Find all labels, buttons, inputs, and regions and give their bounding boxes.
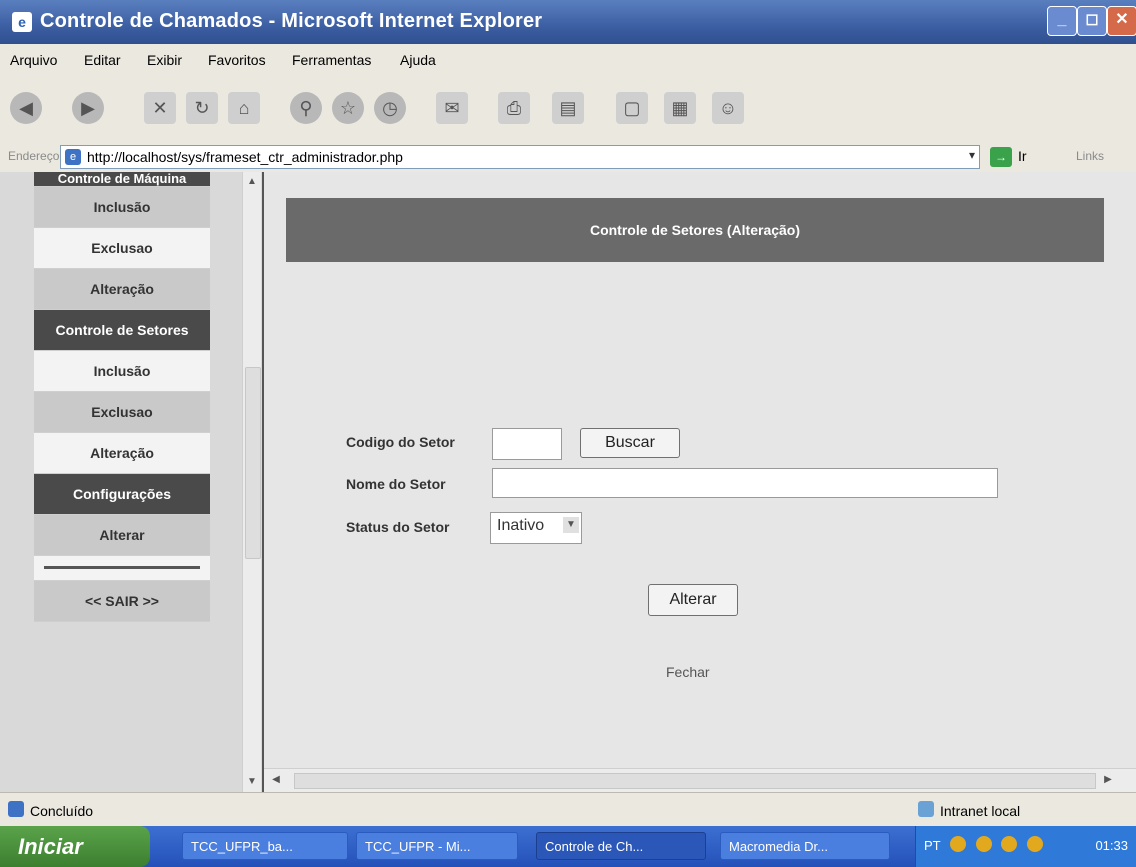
sidebar-section-header: Configurações (34, 474, 210, 515)
address-input[interactable]: e http://localhost/sys/frameset_ctr_admi… (60, 145, 980, 169)
status-value: Inativo (497, 517, 545, 534)
scroll-right-icon[interactable]: ▶ (1100, 772, 1116, 788)
main-frame: Controle de Setores (Alteração) Codigo d… (264, 172, 1136, 793)
start-button[interactable]: Iniciar (0, 826, 150, 867)
system-tray: PT 01:33 (915, 826, 1136, 867)
address-dropdown-icon[interactable]: ▾ (969, 148, 975, 162)
forward-icon[interactable]: ▶ (72, 92, 104, 124)
alterar-button[interactable]: Alterar (648, 584, 738, 616)
address-bar: Endereço e http://localhost/sys/frameset… (0, 142, 1136, 173)
left-frame: Controle de Máquina Inclusão Exclusao Alter… (0, 172, 264, 792)
sidebar-item[interactable]: << SAIR >> (34, 581, 210, 622)
links-label[interactable]: Links (1076, 149, 1104, 163)
tray-icon[interactable] (1001, 836, 1018, 852)
scroll-down-icon[interactable]: ▼ (244, 774, 260, 790)
menu-arquivo[interactable]: Arquivo (10, 52, 57, 68)
sidebar-separator (34, 556, 210, 581)
status-select[interactable]: Inativo ▼ (490, 512, 582, 544)
left-vertical-scrollbar[interactable]: ▲ ▼ (242, 172, 261, 792)
scroll-left-icon[interactable]: ◀ (268, 772, 284, 788)
refresh-icon[interactable]: ↻ (186, 92, 218, 124)
messenger-icon[interactable]: ☺ (712, 92, 744, 124)
close-button[interactable]: ✕ (1107, 6, 1136, 36)
menu-separator (44, 566, 200, 569)
maximize-button[interactable]: ◻ (1077, 6, 1107, 36)
codigo-label: Codigo do Setor (346, 434, 455, 450)
sidebar-item[interactable]: Alteração (34, 269, 210, 310)
intranet-zone-icon (918, 801, 934, 817)
taskbar: Iniciar TCC_UFPR_ba... TCC_UFPR - Mi... … (0, 826, 1136, 867)
menu-exibir[interactable]: Exibir (147, 52, 182, 68)
zone-text: Intranet local (940, 803, 1021, 819)
toolbar: ◀ ▶ ✕ ↻ ⌂ ⚲ ☆ ◷ ✉ ⎙ ▤ ▢ ▦ ☺ (0, 76, 1136, 143)
sidebar-item[interactable]: Inclusão (34, 351, 210, 392)
taskbar-item-tcc-mi[interactable]: TCC_UFPR - Mi... (356, 832, 518, 860)
sidebar-item[interactable]: Alteração (34, 433, 210, 474)
clock: 01:33 (1095, 838, 1128, 853)
sidebar-menu: Controle de Máquina Inclusão Exclusao Alter… (34, 172, 210, 622)
page-icon: e (65, 149, 81, 165)
stop-icon[interactable]: ✕ (144, 92, 176, 124)
h-scroll-thumb[interactable] (294, 773, 1096, 789)
buscar-button[interactable]: Buscar (580, 428, 680, 458)
taskbar-item-tcc-ba[interactable]: TCC_UFPR_ba... (182, 832, 348, 860)
search-icon[interactable]: ⚲ (290, 92, 322, 124)
sidebar-item[interactable]: Exclusao (34, 392, 210, 433)
print-icon[interactable]: ⎙ (498, 92, 530, 124)
address-url: http://localhost/sys/frameset_ctr_admini… (87, 149, 403, 165)
go-icon[interactable]: → (990, 147, 1012, 167)
tray-icon[interactable] (975, 836, 992, 852)
fechar-link[interactable]: Fechar (666, 664, 710, 680)
status-bar: Concluído Intranet local (0, 792, 1136, 827)
title-bar: e Controle de Chamados - Microsoft Inter… (0, 0, 1136, 44)
tray-icon[interactable] (950, 836, 966, 852)
panel-title: Controle de Setores (Alteração) (286, 198, 1104, 262)
status-text: Concluído (30, 803, 94, 819)
page-status-icon (8, 801, 24, 817)
status-label: Status do Setor (346, 519, 450, 535)
menu-ferramentas[interactable]: Ferramentas (292, 52, 371, 68)
window-title: Controle de Chamados - Microsoft Interne… (40, 10, 543, 32)
language-indicator[interactable]: PT (924, 838, 941, 853)
taskbar-item-macromedia[interactable]: Macromedia Dr... (720, 832, 890, 860)
sidebar-section-header: Controle de Setores (34, 310, 210, 351)
sidebar-item[interactable]: Exclusao (34, 228, 210, 269)
menu-bar: Arquivo Editar Exibir Favoritos Ferramen… (0, 44, 1136, 77)
tray-icon[interactable] (1026, 836, 1043, 852)
main-horizontal-scrollbar[interactable]: ◀ ▶ (264, 768, 1136, 793)
menu-favoritos[interactable]: Favoritos (208, 52, 266, 68)
history-icon[interactable]: ◷ (374, 92, 406, 124)
taskbar-item-controle[interactable]: Controle de Ch... (536, 832, 706, 860)
sidebar-item[interactable]: Inclusão (34, 187, 210, 228)
address-label: Endereço (8, 149, 60, 163)
discuss-icon[interactable]: ▢ (616, 92, 648, 124)
research-icon[interactable]: ▦ (664, 92, 696, 124)
menu-ajuda[interactable]: Ajuda (400, 52, 436, 68)
scroll-up-icon[interactable]: ▲ (244, 174, 260, 190)
mail-icon[interactable]: ✉ (436, 92, 468, 124)
nome-label: Nome do Setor (346, 476, 446, 492)
sidebar-section-header: Controle de Máquina (34, 172, 210, 187)
chevron-down-icon[interactable]: ▼ (563, 517, 579, 533)
sidebar-item[interactable]: Alterar (34, 515, 210, 556)
nome-input[interactable] (492, 468, 998, 498)
scroll-thumb[interactable] (245, 367, 261, 559)
go-button[interactable]: Ir (1018, 148, 1027, 164)
minimize-button[interactable]: _ (1047, 6, 1077, 36)
edit-icon[interactable]: ▤ (552, 92, 584, 124)
ie-logo-icon: e (12, 12, 32, 32)
tray-icons (950, 836, 1090, 856)
favorites-icon[interactable]: ☆ (332, 92, 364, 124)
codigo-input[interactable] (492, 428, 562, 460)
home-icon[interactable]: ⌂ (228, 92, 260, 124)
back-icon[interactable]: ◀ (10, 92, 42, 124)
menu-editar[interactable]: Editar (84, 52, 121, 68)
